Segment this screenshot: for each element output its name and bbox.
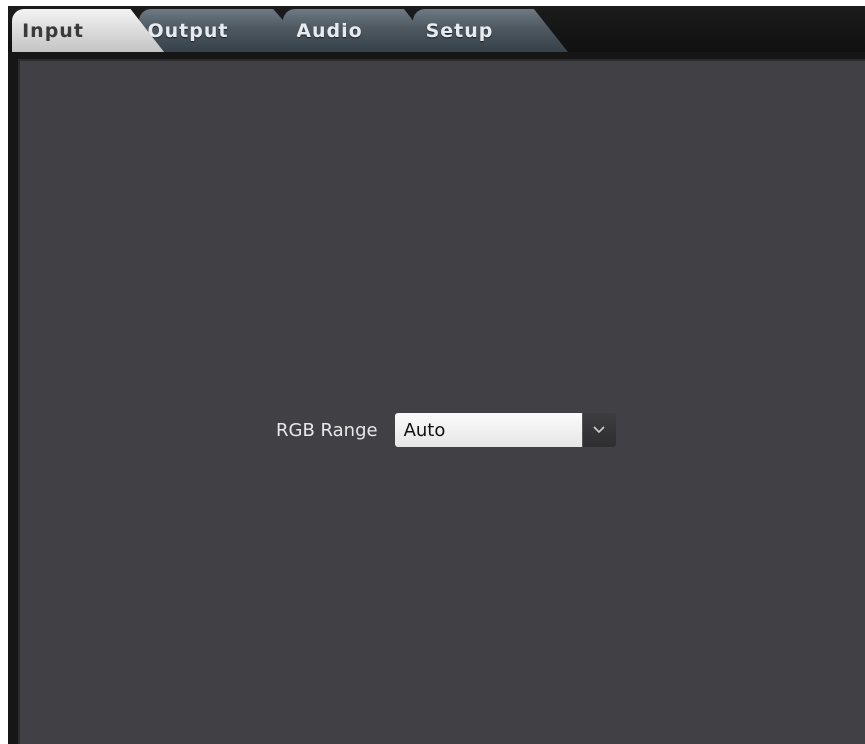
chevron-down-icon [593, 426, 605, 434]
tab-setup[interactable]: Setup [413, 9, 568, 52]
rgb-range-selected-value[interactable]: Auto [394, 413, 582, 447]
rgb-range-label: RGB Range [276, 419, 378, 441]
tab-bar: Setup Audio Output Input [8, 6, 865, 52]
rgb-range-dropdown[interactable]: Auto [394, 413, 616, 447]
dropdown-arrow-button[interactable] [581, 413, 616, 447]
tab-output-label: Output [147, 19, 229, 42]
rgb-range-row: RGB Range Auto [276, 413, 616, 447]
app-window: Setup Audio Output Input RGB Range Auto [8, 6, 865, 744]
tab-audio-label: Audio [296, 19, 363, 42]
tab-input-label: Input [22, 19, 84, 42]
input-settings-panel: RGB Range Auto [18, 59, 865, 744]
tab-setup-label: Setup [425, 19, 494, 42]
